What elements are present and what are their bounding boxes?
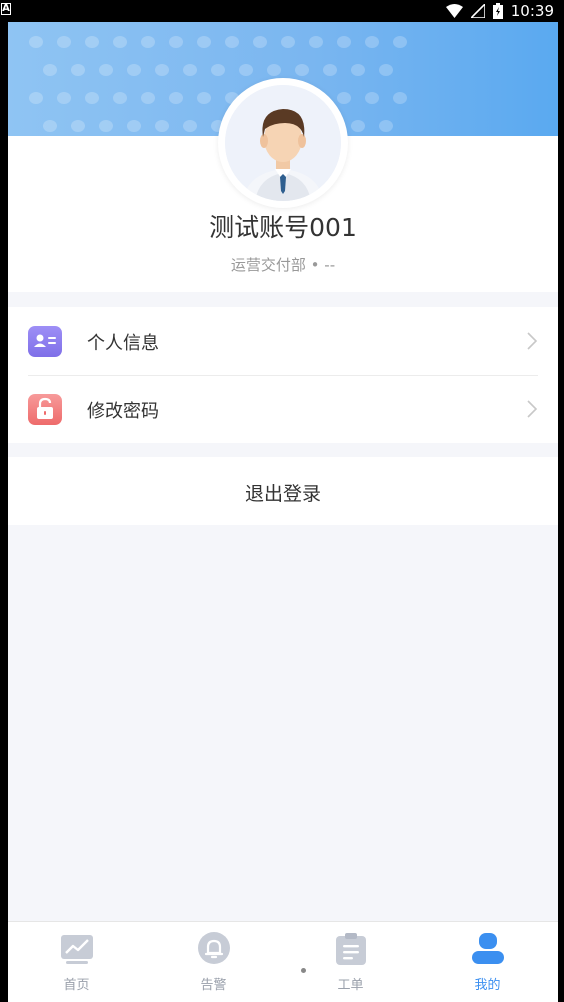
header-dot bbox=[225, 36, 239, 48]
header-dot bbox=[379, 120, 393, 132]
header-dot bbox=[113, 92, 127, 104]
chevron-right-icon bbox=[527, 332, 538, 350]
header-dot bbox=[323, 64, 337, 76]
header-dot bbox=[57, 36, 71, 48]
header-dot bbox=[365, 36, 379, 48]
header-dot bbox=[113, 36, 127, 48]
chart-icon bbox=[61, 935, 93, 964]
header-dot bbox=[29, 36, 43, 48]
tab-alarm[interactable]: 告警 bbox=[145, 922, 282, 1002]
avatar-person-icon bbox=[225, 85, 341, 201]
header-dot bbox=[169, 92, 183, 104]
tab-label: 首页 bbox=[63, 978, 90, 993]
clipboard-icon bbox=[336, 933, 366, 965]
menu-item-label: 个人信息 bbox=[87, 333, 159, 354]
header-dot bbox=[183, 120, 197, 132]
header-dot bbox=[43, 120, 57, 132]
avatar[interactable] bbox=[218, 78, 348, 208]
header-dot bbox=[365, 92, 379, 104]
tab-label: 我的 bbox=[474, 978, 501, 993]
header-dot bbox=[393, 36, 407, 48]
header-dot bbox=[211, 64, 225, 76]
tab-label: 告警 bbox=[200, 978, 227, 993]
signal-icon bbox=[470, 4, 485, 18]
header-dot bbox=[337, 36, 351, 48]
header-dot bbox=[239, 64, 253, 76]
menu-item-personal-info[interactable]: 个人信息 bbox=[8, 307, 558, 376]
header-dot bbox=[253, 36, 267, 48]
header-dot bbox=[99, 64, 113, 76]
notification-icon: A bbox=[1, 3, 11, 15]
header-dot bbox=[99, 120, 113, 132]
header-dot bbox=[309, 36, 323, 48]
header-dot bbox=[141, 92, 155, 104]
header-dot bbox=[155, 120, 169, 132]
menu-card: 个人信息 修改密码 bbox=[8, 307, 558, 443]
page-indicator-dot bbox=[301, 968, 306, 973]
tab-work-order[interactable]: 工单 bbox=[282, 922, 419, 1002]
header-dot bbox=[57, 92, 71, 104]
header-dot bbox=[197, 92, 211, 104]
status-bar: A 10:39 bbox=[0, 0, 564, 22]
tab-mine[interactable]: 我的 bbox=[419, 922, 556, 1002]
header-dot bbox=[267, 64, 281, 76]
wifi-icon bbox=[445, 4, 463, 18]
header-dot bbox=[85, 92, 99, 104]
user-icon bbox=[472, 933, 504, 964]
header-dot bbox=[379, 64, 393, 76]
bottom-tab-bar: 首页 告警 工单 我的 bbox=[8, 921, 558, 1002]
header-dot bbox=[127, 64, 141, 76]
battery-icon bbox=[492, 3, 503, 19]
header-dot bbox=[295, 64, 309, 76]
logout-button[interactable]: 退出登录 bbox=[8, 457, 558, 525]
header-dot bbox=[141, 36, 155, 48]
user-department: 运营交付部 • -- bbox=[230, 256, 336, 274]
tab-home[interactable]: 首页 bbox=[8, 922, 145, 1002]
chevron-right-icon bbox=[527, 400, 538, 418]
header-dot bbox=[393, 92, 407, 104]
header-dot bbox=[197, 36, 211, 48]
header-dot bbox=[85, 36, 99, 48]
lock-icon bbox=[28, 394, 62, 425]
menu-item-label: 修改密码 bbox=[87, 401, 159, 422]
header-dot bbox=[183, 64, 197, 76]
tab-label: 工单 bbox=[337, 978, 364, 993]
header-dot bbox=[43, 64, 57, 76]
logout-label: 退出登录 bbox=[244, 483, 321, 505]
user-name: 测试账号001 bbox=[209, 213, 357, 242]
header-dot bbox=[155, 64, 169, 76]
header-dot bbox=[71, 120, 85, 132]
header-dot bbox=[337, 92, 351, 104]
menu-item-change-password[interactable]: 修改密码 bbox=[8, 375, 558, 443]
header-dot bbox=[169, 36, 183, 48]
profile-screen: 测试账号001 运营交付部 • -- 个人信息 修改密码 退出登录 首页 告警 … bbox=[8, 22, 558, 1002]
id-card-icon bbox=[28, 326, 62, 357]
header-dot bbox=[127, 120, 141, 132]
bell-icon bbox=[198, 932, 230, 964]
header-dot bbox=[71, 64, 85, 76]
status-time: 10:39 bbox=[510, 2, 554, 20]
header-dot bbox=[351, 64, 365, 76]
header-dot bbox=[351, 120, 365, 132]
header-dot bbox=[281, 36, 295, 48]
header-dot bbox=[29, 92, 43, 104]
